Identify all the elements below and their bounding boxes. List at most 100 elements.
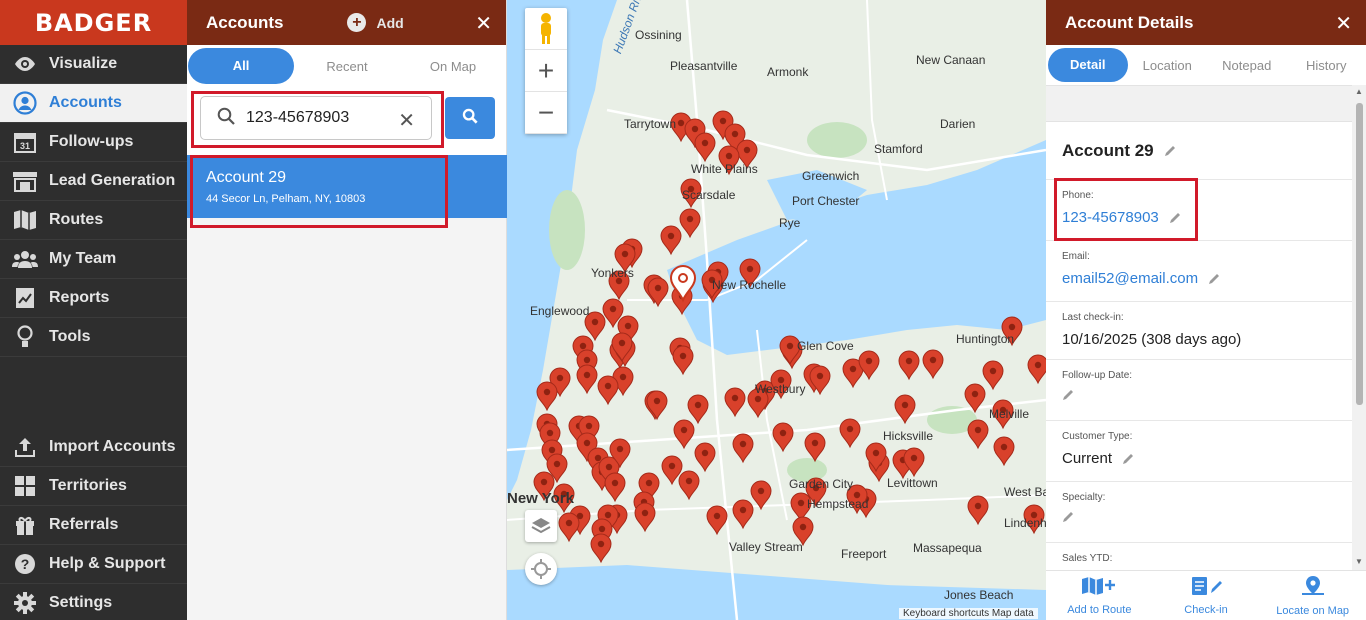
details-title: Account Details — [1065, 12, 1194, 32]
map-marker-dot — [901, 401, 909, 409]
territories-icon — [12, 475, 38, 497]
sidebar-item-reports[interactable]: Reports — [0, 279, 187, 318]
sidebar-item-territories[interactable]: Territories — [0, 467, 187, 506]
field-label: Customer Type: — [1062, 431, 1133, 442]
accounts-tabs: All Recent On Map — [187, 45, 506, 87]
map-marker-dot — [1008, 323, 1016, 331]
logo[interactable]: BADGER — [0, 0, 187, 45]
close-icon[interactable]: ✕ — [475, 11, 492, 36]
map-attribution[interactable]: Keyboard shortcuts Map data — [899, 608, 1038, 619]
map-marker-dot — [609, 305, 617, 313]
tab-all[interactable]: All — [188, 48, 294, 84]
sidebar-item-label: Routes — [49, 211, 104, 228]
my-location-icon[interactable] — [525, 553, 557, 585]
details-band — [1046, 85, 1352, 122]
map-zoom-controls: + − — [525, 8, 567, 134]
sidebar-item-label: Settings — [49, 594, 113, 611]
map-label: Pleasantville — [670, 59, 738, 73]
map-label: New Rochelle — [712, 278, 787, 292]
scrollbar-thumb[interactable] — [1356, 103, 1363, 405]
map-marker-dot — [743, 146, 751, 154]
map-label: Hicksville — [883, 429, 934, 443]
map-marker-dot — [694, 401, 702, 409]
map-marker-dot — [583, 439, 591, 447]
sidebar-item-label: Reports — [49, 289, 110, 306]
map-marker-dot — [971, 390, 979, 398]
sidebar-item-help-support[interactable]: ? Help & Support — [0, 545, 187, 584]
map-marker-dot — [746, 265, 754, 273]
tab-on-map[interactable]: On Map — [400, 59, 506, 74]
sidebar-item-visualize[interactable]: Visualize — [0, 45, 187, 84]
map-label: Armonk — [767, 65, 809, 79]
street-view-pegman-icon[interactable] — [525, 8, 567, 50]
sidebar-item-my-team[interactable]: My Team — [0, 240, 187, 279]
result-highlight-box — [190, 155, 448, 228]
map-marker-dot — [654, 284, 662, 292]
details-scrollbar[interactable]: ▲ ▼ — [1352, 85, 1366, 570]
map-label: Ossining — [635, 28, 682, 42]
map-marker-dot — [685, 477, 693, 485]
search-button[interactable] — [445, 97, 495, 139]
email-value[interactable]: email52@email.com — [1062, 270, 1336, 287]
tab-notepad[interactable]: Notepad — [1207, 58, 1287, 73]
map-marker-dot — [598, 525, 606, 533]
sidebar-item-accounts[interactable]: Accounts — [0, 84, 187, 123]
map-marker-dot — [667, 232, 675, 240]
map-label: Yonkers — [591, 266, 634, 280]
logo-text: BADGER — [34, 8, 153, 37]
field-label: Sales YTD: — [1062, 553, 1113, 564]
tab-history[interactable]: History — [1287, 58, 1366, 73]
scroll-down-icon[interactable]: ▼ — [1355, 557, 1363, 566]
edit-pencil-icon[interactable] — [1062, 389, 1074, 401]
action-label: Locate on Map — [1276, 604, 1350, 617]
sidebar-item-import-accounts[interactable]: Import Accounts — [0, 428, 187, 467]
phone-highlight-box — [1054, 178, 1198, 241]
details-header: Account Details ✕ — [1046, 0, 1366, 45]
sidebar-item-tools[interactable]: Tools — [0, 318, 187, 357]
follow-up-value — [1062, 389, 1336, 401]
map-label: Englewood — [530, 304, 590, 318]
tab-detail[interactable]: Detail — [1048, 48, 1128, 82]
map-marker-dot — [989, 367, 997, 375]
layers-icon[interactable] — [525, 510, 557, 542]
map-marker-dot — [591, 318, 599, 326]
map-label: Glen Cove — [797, 339, 854, 353]
map-label: Levittown — [887, 476, 938, 490]
details-scroll-area[interactable]: Account 29 Phone: 123-45678903 Email: em… — [1046, 85, 1352, 570]
map-marker-dot — [811, 439, 819, 447]
user-circle-icon — [12, 91, 38, 115]
add-to-route-button[interactable]: Add to Route — [1046, 571, 1153, 620]
map-marker-dot — [616, 445, 624, 453]
sidebar-item-settings[interactable]: Settings — [0, 584, 187, 620]
map-marker-dot — [645, 479, 653, 487]
sidebar-item-follow-ups[interactable]: 31 Follow-ups — [0, 123, 187, 162]
last-check-in-value: 10/16/2025 (308 days ago) — [1062, 331, 1242, 348]
add-account-button[interactable]: + Add — [347, 13, 404, 32]
edit-pencil-icon[interactable] — [1208, 273, 1220, 285]
tab-location[interactable]: Location — [1128, 58, 1208, 73]
close-icon[interactable]: ✕ — [1335, 11, 1352, 36]
edit-pencil-icon[interactable] — [1164, 145, 1176, 157]
check-in-button[interactable]: Check-in — [1153, 571, 1260, 620]
zoom-in-button[interactable]: + — [525, 50, 567, 92]
map-label: Massapequa — [913, 541, 982, 555]
sidebar-item-lead-generation[interactable]: Lead Generation — [0, 162, 187, 201]
edit-pencil-icon[interactable] — [1062, 511, 1074, 523]
sidebar-item-referrals[interactable]: Referrals — [0, 506, 187, 545]
map-marker-dot — [579, 342, 587, 350]
map-marker-dot — [583, 356, 591, 364]
locate-on-map-button[interactable]: Locate on Map — [1259, 571, 1366, 620]
tab-recent[interactable]: Recent — [294, 59, 400, 74]
field-label: Specialty: — [1062, 492, 1106, 503]
team-icon — [12, 248, 38, 270]
calendar-icon: 31 — [12, 131, 38, 153]
map-view[interactable]: Ossining Pleasantville Armonk New Canaan… — [507, 0, 1046, 620]
map-label: Rye — [779, 216, 801, 230]
sidebar-item-routes[interactable]: Routes — [0, 201, 187, 240]
edit-pencil-icon[interactable] — [1122, 453, 1134, 465]
svg-text:?: ? — [21, 556, 30, 572]
map-label: Hempstead — [807, 497, 869, 511]
zoom-out-button[interactable]: − — [525, 92, 567, 134]
map-marker-dot — [594, 454, 602, 462]
scroll-up-icon[interactable]: ▲ — [1355, 87, 1363, 96]
